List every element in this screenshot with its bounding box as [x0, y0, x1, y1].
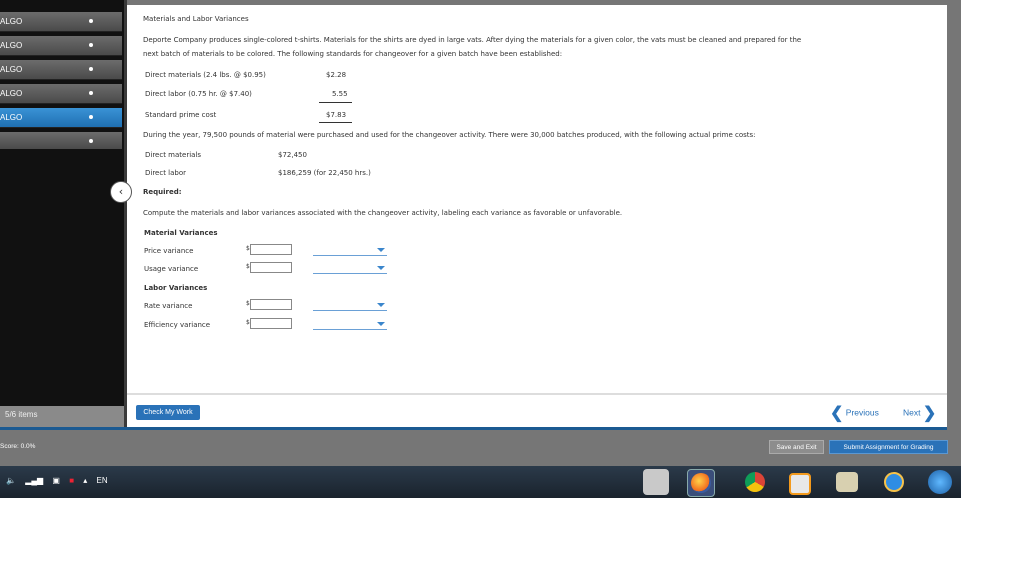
network-icon[interactable]: ▣ — [52, 476, 60, 485]
signal-icon[interactable]: ▂▄▆ — [25, 476, 43, 485]
sidebar-item-2[interactable]: ALGO — [0, 36, 122, 56]
previous-chevron-icon: ❮ — [830, 405, 844, 422]
efficiency-variance-input[interactable] — [250, 318, 292, 329]
actual-value: $72,450 — [278, 151, 307, 159]
dropdown-arrow-icon — [377, 322, 385, 326]
required-label: Required: — [143, 188, 182, 196]
rate-variance-input[interactable] — [250, 299, 292, 310]
app-window: ALGO ALGO ALGO ALGO ALGO 5/6 items Mater… — [0, 0, 961, 498]
intro-text-line2: next batch of materials to be colored. T… — [143, 50, 563, 58]
paint-icon[interactable] — [643, 469, 669, 495]
speaker-icon[interactable]: 🔈 — [6, 476, 16, 485]
sidebar-item-label: ALGO — [0, 41, 23, 50]
bottom-nav-panel — [127, 393, 947, 427]
collapse-sidebar-button[interactable]: ‹ — [110, 181, 132, 203]
status-dot-icon — [89, 43, 93, 47]
sidebar-item-1[interactable]: ALGO — [0, 12, 122, 32]
language-indicator[interactable]: EN — [97, 476, 108, 485]
status-dot-icon — [89, 91, 93, 95]
dropdown-arrow-icon — [377, 248, 385, 252]
sidebar-item-4[interactable]: ALGO — [0, 84, 122, 104]
adobe-icon[interactable]: ■ — [69, 476, 74, 485]
standard-value: $2.28 — [326, 71, 347, 79]
sidebar-item-6[interactable] — [0, 132, 122, 149]
ie-icon[interactable] — [884, 472, 904, 492]
status-dot-icon — [89, 67, 93, 71]
sidebar-item-label: ALGO — [0, 65, 23, 74]
standard-value: $7.83 — [326, 111, 347, 119]
status-dot-icon — [89, 115, 93, 119]
sidebar-item-3[interactable]: ALGO — [0, 60, 122, 80]
next-label: Next — [903, 407, 921, 418]
price-variance-label: Price variance — [144, 247, 194, 255]
actual-label: Direct labor — [145, 169, 187, 177]
items-counter-bar: 5/6 items — [0, 406, 124, 427]
previous-button[interactable]: ❮ Previous — [830, 403, 879, 422]
save-and-exit-button[interactable]: Save and Exit — [769, 440, 824, 454]
material-variances-header: Material Variances — [144, 229, 218, 237]
underline — [319, 122, 352, 123]
problem-panel: Materials and Labor Variances Deporte Co… — [127, 5, 947, 393]
tray-up-icon[interactable]: ▴ — [83, 476, 87, 485]
next-button[interactable]: Next ❯ — [903, 403, 937, 422]
collapse-chevron-icon: ‹ — [118, 185, 124, 198]
items-count: 5/6 items — [5, 410, 38, 419]
standard-label: Direct labor (0.75 hr. @ $7.40) — [145, 90, 252, 98]
usage-variance-input[interactable] — [250, 262, 292, 273]
media-player-icon[interactable] — [789, 473, 811, 495]
taskbar: 🔈 ▂▄▆ ▣ ■ ▴ EN — [0, 466, 961, 498]
price-variance-input[interactable] — [250, 244, 292, 255]
instruction-text: Compute the materials and labor variance… — [143, 209, 623, 217]
sidebar-item-label: ALGO — [0, 113, 23, 122]
status-dot-icon — [89, 139, 93, 143]
usage-variance-select[interactable] — [313, 263, 387, 274]
year-text: During the year, 79,500 pounds of materi… — [143, 131, 756, 139]
sidebar-item-5-active[interactable]: ALGO — [0, 108, 122, 128]
standard-label: Direct materials (2.4 lbs. @ $0.95) — [145, 71, 266, 79]
underline — [319, 102, 352, 103]
efficiency-variance-label: Efficiency variance — [144, 321, 211, 329]
firefox-taskbar-button[interactable] — [687, 469, 715, 497]
problem-title: Materials and Labor Variances — [143, 15, 249, 23]
actual-label: Direct materials — [145, 151, 202, 159]
system-tray: 🔈 ▂▄▆ ▣ ■ ▴ EN — [6, 476, 115, 485]
sidebar-item-label: ALGO — [0, 17, 23, 26]
submit-assignment-button[interactable]: Submit Assignment for Grading — [829, 440, 948, 454]
windows-icon[interactable] — [928, 470, 952, 494]
rate-variance-label: Rate variance — [144, 302, 193, 310]
rate-variance-select[interactable] — [313, 300, 387, 311]
sidebar-item-label: ALGO — [0, 89, 23, 98]
price-variance-select[interactable] — [313, 245, 387, 256]
labor-variances-header: Labor Variances — [144, 284, 208, 292]
standard-value: 5.55 — [332, 90, 348, 98]
chrome-icon[interactable] — [745, 472, 765, 492]
efficiency-variance-select[interactable] — [313, 319, 387, 330]
dropdown-arrow-icon — [377, 303, 385, 307]
previous-label: Previous — [845, 407, 879, 418]
firefox-icon — [691, 473, 711, 493]
actual-value: $186,259 (for 22,450 hrs.) — [278, 169, 371, 177]
check-my-work-button[interactable]: Check My Work — [136, 405, 200, 420]
dropdown-arrow-icon — [377, 266, 385, 270]
next-chevron-icon: ❯ — [922, 405, 937, 422]
standard-label: Standard prime cost — [145, 111, 217, 119]
status-dot-icon — [89, 19, 93, 23]
sidebar: ALGO ALGO ALGO ALGO ALGO 5/6 items — [0, 0, 124, 427]
usage-variance-label: Usage variance — [144, 265, 199, 273]
intro-text-line1: Deporte Company produces single-colored … — [143, 36, 802, 44]
divider-bar — [0, 427, 947, 430]
notepad-icon[interactable] — [836, 472, 858, 492]
score-text: Score: 0.0% — [0, 443, 36, 450]
